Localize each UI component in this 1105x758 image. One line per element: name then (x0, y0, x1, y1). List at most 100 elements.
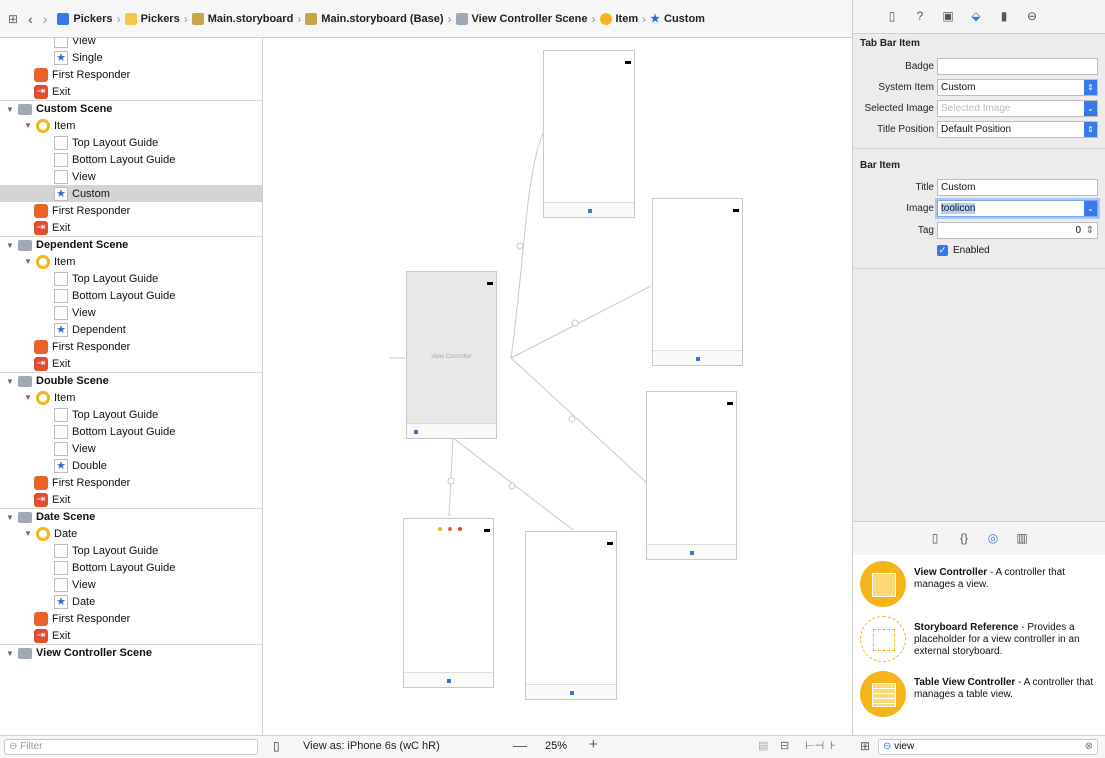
badge-field[interactable] (937, 58, 1098, 75)
outline-item[interactable]: Top Layout Guide (0, 134, 262, 151)
outline-item[interactable]: View (0, 38, 262, 49)
pin-icon[interactable]: ⊦ (830, 739, 836, 752)
outline-item[interactable]: ⇥ Exit (0, 219, 262, 236)
back-button[interactable]: ‹ (28, 11, 33, 27)
size-inspector-icon[interactable]: ▮ (997, 9, 1011, 23)
breadcrumb-scene[interactable]: View Controller Scene (455, 12, 588, 25)
file-template-library-icon[interactable]: ▯ (928, 531, 942, 545)
image-label: Image (906, 203, 934, 214)
zoom-in-button[interactable]: + (589, 736, 598, 753)
connections-inspector-icon[interactable]: ⊖ (1025, 9, 1039, 23)
outline-item[interactable]: First Responder (0, 338, 262, 355)
outline-item[interactable]: ★ Single (0, 49, 262, 66)
outline-item[interactable]: ★ Dependent (0, 321, 262, 338)
outline-scene[interactable]: ▼ Date Scene (0, 508, 262, 525)
disclosure-triangle-icon[interactable]: ▼ (24, 529, 32, 538)
scene-custom[interactable] (543, 50, 635, 218)
scene-single[interactable] (525, 531, 617, 700)
embed-in-icon[interactable]: ▤ (758, 739, 768, 752)
breadcrumb-storyboard-base[interactable]: Main.storyboard (Base) (305, 12, 444, 25)
outline-item[interactable]: Bottom Layout Guide (0, 423, 262, 440)
disclosure-triangle-icon[interactable]: ▼ (6, 649, 14, 658)
outline-item[interactable]: View (0, 576, 262, 593)
outline-filter[interactable]: ⊖ Filter (4, 739, 258, 755)
media-library-icon[interactable]: ▥ (1015, 531, 1029, 545)
disclosure-triangle-icon[interactable]: ▼ (24, 121, 32, 130)
disclosure-triangle-icon[interactable]: ▼ (6, 513, 14, 522)
outline-item[interactable]: View (0, 304, 262, 321)
stepper-icon[interactable]: ⇕ (1086, 223, 1094, 238)
outline-scene[interactable]: ▼ View Controller Scene (0, 644, 262, 661)
outline-item[interactable]: ★ Double (0, 457, 262, 474)
outline-item[interactable]: Top Layout Guide (0, 542, 262, 559)
quick-help-icon[interactable]: ? (913, 9, 927, 23)
grid-icon[interactable]: ⊞ (8, 12, 18, 26)
enabled-checkbox[interactable]: ✓ Enabled (937, 245, 990, 256)
breadcrumb-folder[interactable]: Pickers (124, 12, 180, 25)
outline-item[interactable]: First Responder (0, 202, 262, 219)
image-combo[interactable]: toolicon ⌄ (937, 200, 1098, 217)
outline-scene[interactable]: ▼ Double Scene (0, 372, 262, 389)
library-search[interactable]: ⊖ view ⊗ (878, 739, 1098, 755)
toggle-outline-icon[interactable]: ▯ (273, 739, 280, 753)
attributes-inspector-icon[interactable]: ⬙ (969, 9, 983, 23)
outline-item[interactable]: ▼ Date (0, 525, 262, 542)
breadcrumb-project[interactable]: Pickers (57, 12, 113, 25)
main-view-controller[interactable]: View Controller (406, 271, 497, 439)
storyboard-canvas[interactable]: View Controller (263, 38, 852, 735)
outline-item[interactable]: Bottom Layout Guide (0, 287, 262, 304)
disclosure-triangle-icon[interactable]: ▼ (24, 257, 32, 266)
object-library-icon[interactable]: ◎ (986, 531, 1000, 545)
scene-dependent[interactable] (652, 198, 743, 366)
outline-item[interactable]: Top Layout Guide (0, 406, 262, 423)
tag-stepper[interactable]: 0 ⇕ (937, 222, 1098, 239)
forward-button[interactable]: › (43, 11, 48, 27)
disclosure-triangle-icon[interactable]: ▼ (6, 105, 14, 114)
outline-item[interactable]: ★ Custom (0, 185, 262, 202)
outline-item[interactable]: ⇥ Exit (0, 83, 262, 100)
scene-double[interactable] (646, 391, 737, 560)
outline-item[interactable]: First Responder (0, 474, 262, 491)
outline-item[interactable]: View (0, 440, 262, 457)
tab-bar (544, 202, 634, 217)
outline-item[interactable]: ▼ Item (0, 253, 262, 270)
outline-item[interactable]: First Responder (0, 610, 262, 627)
outline-item[interactable]: ⇥ Exit (0, 491, 262, 508)
outline-item[interactable]: Bottom Layout Guide (0, 559, 262, 576)
segue-line (510, 285, 652, 359)
library-item-table-view-controller[interactable]: Table View Controller - A controller tha… (853, 665, 1105, 736)
outline-item[interactable]: Bottom Layout Guide (0, 151, 262, 168)
stack-icon[interactable]: ⊟ (780, 739, 789, 752)
disclosure-triangle-icon[interactable]: ▼ (6, 241, 14, 250)
disclosure-triangle-icon[interactable]: ▼ (24, 393, 32, 402)
library-grid-icon[interactable]: ⊞ (860, 739, 870, 753)
outline-scene[interactable]: ▼ Dependent Scene (0, 236, 262, 253)
breadcrumb-storyboard[interactable]: Main.storyboard (191, 12, 293, 25)
outline-item[interactable]: Top Layout Guide (0, 270, 262, 287)
disclosure-triangle-icon[interactable]: ▼ (6, 377, 14, 386)
selected-image-combo[interactable]: Selected Image ⌄ (937, 100, 1098, 117)
scene-date[interactable] (403, 518, 494, 688)
outline-item[interactable]: ⇥ Exit (0, 627, 262, 644)
outline-item[interactable]: First Responder (0, 66, 262, 83)
outline-item[interactable]: ⇥ Exit (0, 355, 262, 372)
item-icon (36, 526, 50, 541)
identity-inspector-icon[interactable]: ▣ (941, 9, 955, 23)
title-position-popup[interactable]: Default Position ⇕ (937, 121, 1098, 138)
breadcrumb-item[interactable]: Item (599, 12, 638, 25)
view-as-label[interactable]: View as: iPhone 6s (wC hR) (303, 740, 440, 752)
zoom-out-button[interactable]: — (513, 737, 527, 753)
outline-item[interactable]: ▼ Item (0, 117, 262, 134)
align-icon[interactable]: ⊢⊣ (805, 739, 824, 752)
code-snippet-library-icon[interactable]: {} (957, 531, 971, 545)
title-field[interactable]: Custom (937, 179, 1098, 196)
outline-scene[interactable]: ▼ Custom Scene (0, 100, 262, 117)
system-item-popup[interactable]: Custom ⇕ (937, 79, 1098, 96)
outline-item[interactable]: ★ Date (0, 593, 262, 610)
outline-item[interactable]: View (0, 168, 262, 185)
outline-item[interactable]: ▼ Item (0, 389, 262, 406)
storyboard-icon (305, 12, 318, 25)
file-inspector-icon[interactable]: ▯ (885, 9, 899, 23)
clear-search-icon[interactable]: ⊗ (1085, 740, 1093, 754)
breadcrumb-custom[interactable]: ★ Custom (650, 12, 705, 26)
